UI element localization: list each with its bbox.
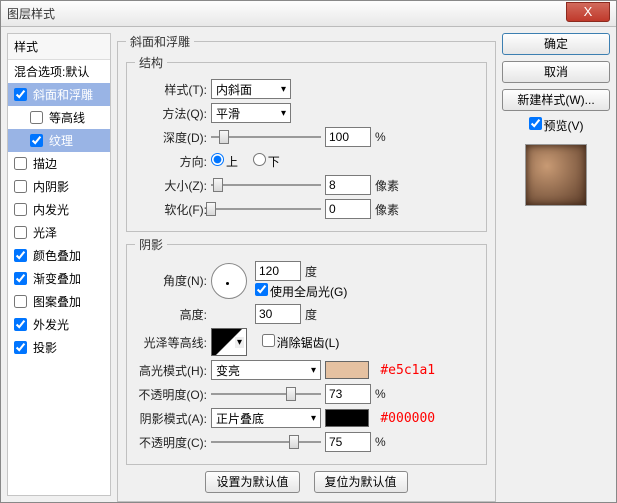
stroke-checkbox[interactable] <box>14 157 27 170</box>
preview-option[interactable]: 预览(V) <box>502 117 610 134</box>
set-default-button[interactable]: 设置为默认值 <box>205 471 299 493</box>
size-slider[interactable] <box>211 176 321 194</box>
shadow-hex-note: #000000 <box>380 411 435 426</box>
shadow-color-swatch[interactable] <box>325 409 369 427</box>
structure-legend: 结构 <box>135 54 167 71</box>
pattern-overlay-checkbox[interactable] <box>14 295 27 308</box>
window-title: 图层样式 <box>7 5 55 22</box>
drop-shadow-item[interactable]: 投影 <box>8 336 110 359</box>
reset-default-button[interactable]: 复位为默认值 <box>314 471 408 493</box>
shading-group: 阴影 角度(N): 120 度 使用全局光(G) 高度: <box>126 236 487 465</box>
px-unit-2: 像素 <box>375 201 399 218</box>
satin-item[interactable]: 光泽 <box>8 221 110 244</box>
highlight-hex-note: #e5c1a1 <box>380 363 435 378</box>
highlight-mode-select[interactable]: 变亮 <box>211 360 321 380</box>
gloss-contour-label: 光泽等高线: <box>135 334 207 351</box>
contour-item[interactable]: 等高线 <box>8 106 110 129</box>
technique-label: 方法(Q): <box>135 105 207 122</box>
inner-shadow-item[interactable]: 内阴影 <box>8 175 110 198</box>
styles-panel: 样式 混合选项:默认 斜面和浮雕 等高线 纹理 描边 内阴影 内发光 光泽 颜色… <box>7 33 111 496</box>
drop-shadow-checkbox[interactable] <box>14 341 27 354</box>
titlebar: 图层样式 X <box>1 1 616 27</box>
highlight-opacity-label: 不透明度(O): <box>135 386 207 403</box>
new-style-button[interactable]: 新建样式(W)... <box>502 89 610 111</box>
styles-header: 样式 <box>8 34 110 60</box>
soften-input[interactable]: 0 <box>325 199 371 219</box>
use-global-light-checkbox[interactable] <box>255 283 268 296</box>
highlight-opacity-input[interactable]: 73 <box>325 384 371 404</box>
style-select[interactable]: 内斜面 <box>211 79 291 99</box>
direction-down-option[interactable]: 下 <box>253 153 280 170</box>
outer-glow-item[interactable]: 外发光 <box>8 313 110 336</box>
satin-checkbox[interactable] <box>14 226 27 239</box>
direction-up-option[interactable]: 上 <box>211 153 238 170</box>
preview-checkbox[interactable] <box>529 117 542 130</box>
preview-thumbnail <box>525 144 587 206</box>
settings-panel: 斜面和浮雕 结构 样式(T): 内斜面 方法(Q): 平滑 深度(D): 100 <box>117 33 496 496</box>
antialias-checkbox[interactable] <box>262 334 275 347</box>
ok-button[interactable]: 确定 <box>502 33 610 55</box>
blending-options-item[interactable]: 混合选项:默认 <box>8 60 110 83</box>
inner-glow-checkbox[interactable] <box>14 203 27 216</box>
dialog-buttons: 确定 取消 新建样式(W)... 预览(V) <box>502 33 610 496</box>
altitude-label: 高度: <box>135 306 207 323</box>
size-label: 大小(Z): <box>135 177 207 194</box>
angle-dial[interactable] <box>211 263 247 299</box>
use-global-light-option[interactable]: 使用全局光(G) <box>255 283 347 300</box>
shadow-opacity-input[interactable]: 75 <box>325 432 371 452</box>
shading-legend: 阴影 <box>135 236 167 253</box>
cancel-button[interactable]: 取消 <box>502 61 610 83</box>
degree-unit: 度 <box>305 263 317 280</box>
direction-label: 方向: <box>135 153 207 170</box>
highlight-mode-label: 高光模式(H): <box>135 362 207 379</box>
texture-item[interactable]: 纹理 <box>8 129 110 152</box>
bevel-emboss-legend: 斜面和浮雕 <box>126 33 194 50</box>
highlight-color-swatch[interactable] <box>325 361 369 379</box>
outer-glow-checkbox[interactable] <box>14 318 27 331</box>
depth-input[interactable]: 100 <box>325 127 371 147</box>
direction-up-radio[interactable] <box>211 153 224 166</box>
pattern-overlay-item[interactable]: 图案叠加 <box>8 290 110 313</box>
contour-checkbox[interactable] <box>30 111 43 124</box>
highlight-opacity-slider[interactable] <box>211 385 321 403</box>
antialias-option[interactable]: 消除锯齿(L) <box>262 334 340 351</box>
structure-group: 结构 样式(T): 内斜面 方法(Q): 平滑 深度(D): 100 % <box>126 54 487 232</box>
px-unit: 像素 <box>375 177 399 194</box>
angle-label: 角度(N): <box>135 272 207 289</box>
color-overlay-checkbox[interactable] <box>14 249 27 262</box>
style-label: 样式(T): <box>135 81 207 98</box>
color-overlay-item[interactable]: 颜色叠加 <box>8 244 110 267</box>
layer-style-dialog: 图层样式 X 样式 混合选项:默认 斜面和浮雕 等高线 纹理 描边 内阴影 内发… <box>0 0 617 503</box>
shadow-mode-select[interactable]: 正片叠底 <box>211 408 321 428</box>
gradient-overlay-item[interactable]: 渐变叠加 <box>8 267 110 290</box>
percent-unit: % <box>375 130 386 144</box>
texture-checkbox[interactable] <box>30 134 43 147</box>
shadow-opacity-label: 不透明度(C): <box>135 434 207 451</box>
soften-label: 软化(F): <box>135 201 207 218</box>
bevel-emboss-item[interactable]: 斜面和浮雕 <box>8 83 110 106</box>
close-button[interactable]: X <box>566 2 610 22</box>
depth-slider[interactable] <box>211 128 321 146</box>
shadow-mode-label: 阴影模式(A): <box>135 410 207 427</box>
gloss-contour-picker[interactable] <box>211 328 247 356</box>
bevel-emboss-group: 斜面和浮雕 结构 样式(T): 内斜面 方法(Q): 平滑 深度(D): 100 <box>117 33 496 502</box>
altitude-input[interactable]: 30 <box>255 304 301 324</box>
degree-unit-2: 度 <box>305 306 317 323</box>
gradient-overlay-checkbox[interactable] <box>14 272 27 285</box>
inner-glow-item[interactable]: 内发光 <box>8 198 110 221</box>
technique-select[interactable]: 平滑 <box>211 103 291 123</box>
soften-slider[interactable] <box>211 200 321 218</box>
size-input[interactable]: 8 <box>325 175 371 195</box>
stroke-item[interactable]: 描边 <box>8 152 110 175</box>
depth-label: 深度(D): <box>135 129 207 146</box>
shadow-opacity-slider[interactable] <box>211 433 321 451</box>
inner-shadow-checkbox[interactable] <box>14 180 27 193</box>
bevel-checkbox[interactable] <box>14 88 27 101</box>
direction-down-radio[interactable] <box>253 153 266 166</box>
angle-input[interactable]: 120 <box>255 261 301 281</box>
